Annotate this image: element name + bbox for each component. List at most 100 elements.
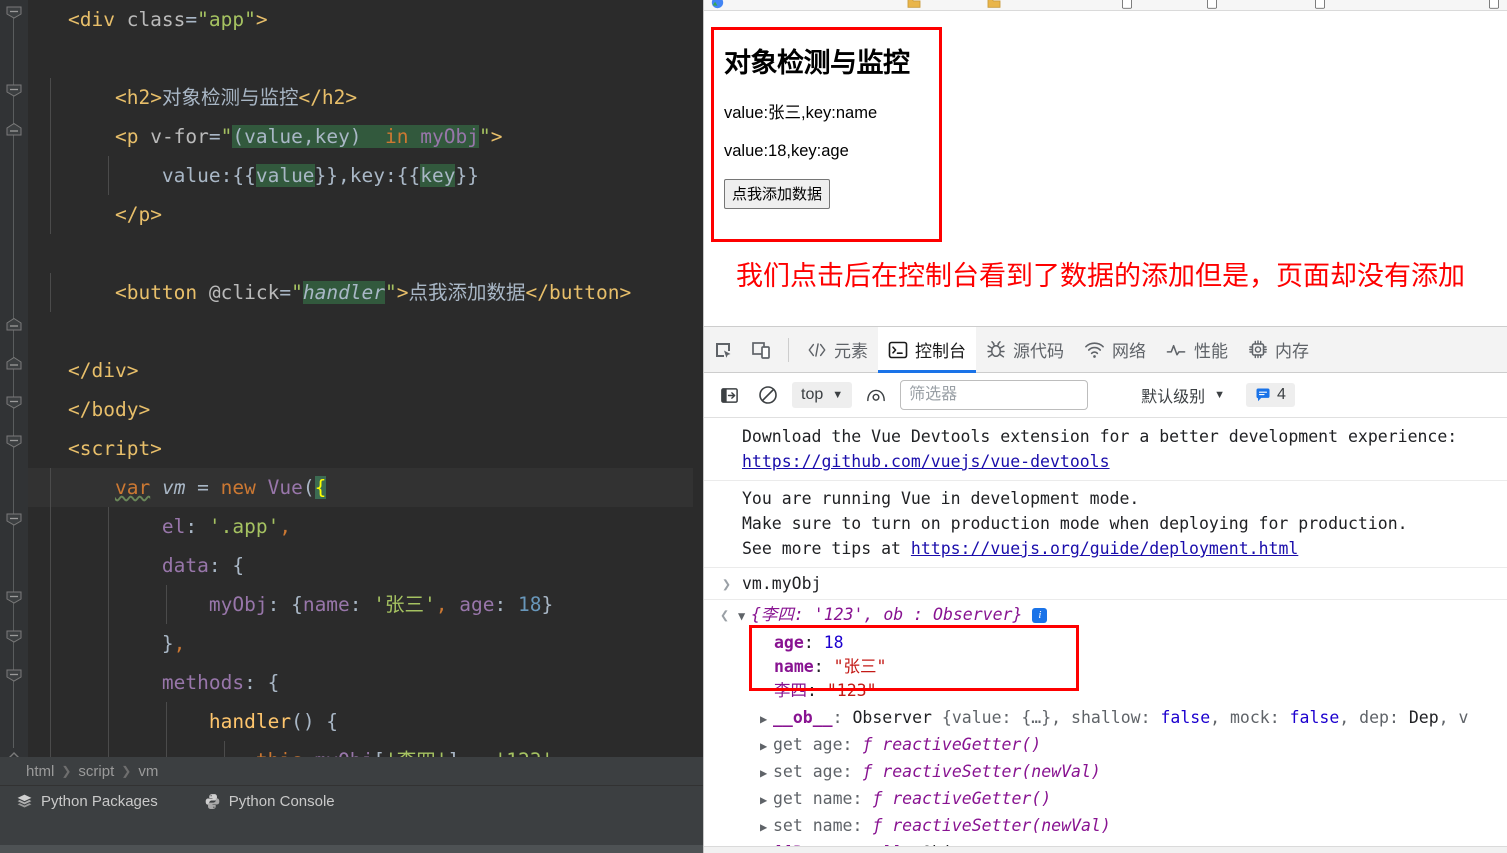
expand-triangle-icon[interactable]: ▶ (760, 734, 773, 759)
object-extra-row[interactable]: ▶ set name: ƒ reactiveSetter(newVal) (760, 813, 1507, 840)
deployment-guide-link[interactable]: https://vuejs.org/guide/deployment.html (911, 539, 1298, 558)
bookmark-folder-icon[interactable] (987, 0, 1001, 8)
execution-context-value: top (801, 386, 824, 403)
property-value: "张三" (833, 657, 887, 676)
fold-marker-icon[interactable] (6, 591, 22, 604)
console-result-row[interactable]: ❮ ▼ {李四: '123', ob : Observer} i age: 18 n… (704, 600, 1507, 853)
code-line[interactable]: </div> (28, 351, 693, 390)
code-line[interactable]: var vm = new Vue({ (28, 468, 693, 507)
code-line[interactable]: </body> (28, 390, 693, 429)
function-symbol-icon: ƒ (862, 762, 883, 781)
vue-devtools-link[interactable]: https://github.com/vuejs/vue-devtools (742, 452, 1110, 471)
expand-triangle-icon[interactable]: ▼ (738, 603, 751, 629)
expand-triangle-icon[interactable]: ▶ (760, 761, 773, 786)
object-extra-row[interactable]: ▶ get name: ƒ reactiveGetter() (760, 786, 1507, 813)
code-text[interactable]: <div class="app"> <h2>对象检测与监控</h2> <p v-… (28, 0, 693, 819)
show-console-sidebar-button[interactable] (714, 380, 744, 410)
code-token: new (220, 476, 256, 499)
tab-performance[interactable]: 性能 (1156, 327, 1238, 373)
bookmark-page-icon[interactable] (1314, 0, 1328, 9)
object-extra-row[interactable]: ▶ set age: ƒ reactiveSetter(newVal) (760, 759, 1507, 786)
code-editor[interactable]: <div class="app"> <h2>对象检测与监控</h2> <p v-… (0, 0, 703, 819)
tab-network[interactable]: 网络 (1074, 327, 1156, 373)
breadcrumb-item-2[interactable]: vm (138, 763, 158, 780)
code-line[interactable]: data: { (28, 546, 693, 585)
info-icon[interactable]: i (1032, 608, 1048, 623)
bookmarks-bar[interactable] (704, 0, 1507, 11)
execution-context-select[interactable]: top ▼ (792, 382, 853, 408)
expand-triangle-icon[interactable]: ▶ (760, 815, 773, 840)
object-extra-row[interactable]: ▶ __ob__: Observer {value: {…}, shallow: … (760, 705, 1507, 732)
code-line[interactable]: el: '.app', (28, 507, 693, 546)
fold-marker-icon[interactable] (6, 84, 22, 97)
code-line[interactable]: <button @click="handler">点我添加数据</button> (28, 273, 693, 312)
tab-sources[interactable]: 源代码 (976, 327, 1074, 373)
code-line[interactable]: handler() { (28, 702, 693, 741)
breadcrumb-item-1[interactable]: script (78, 763, 114, 780)
object-property-row: name: "张三" (774, 655, 1507, 679)
editor-gutter[interactable] (0, 0, 28, 761)
python-console-button[interactable]: Python Console (204, 793, 335, 810)
fold-marker-icon[interactable] (6, 357, 22, 370)
result-object-preview: {李四: '123', ob : Observer} (751, 605, 1023, 624)
chevron-down-icon: ▼ (832, 389, 844, 401)
clear-console-button[interactable] (753, 380, 783, 410)
console-log-area[interactable]: Download the Vue Devtools extension for … (704, 419, 1507, 853)
code-line[interactable]: }, (28, 624, 693, 663)
bug-icon (987, 341, 1005, 358)
property-separator: : (852, 816, 873, 835)
fold-marker-icon[interactable] (6, 669, 22, 682)
message-count-badge[interactable]: 4 (1246, 383, 1295, 407)
breadcrumb-item-0[interactable]: html (26, 763, 54, 780)
devtools-tab-bar: 元素 控制台 源代码 网络 性能 内存 (704, 326, 1507, 373)
function-signature: reactiveGetter() (882, 735, 1042, 754)
tab-memory[interactable]: 内存 (1238, 327, 1319, 373)
tab-memory-label: 内存 (1275, 342, 1309, 361)
inspect-element-button[interactable] (704, 327, 742, 373)
code-line[interactable]: <div class="app"> (28, 0, 693, 39)
bookmark-page-icon[interactable] (1121, 0, 1135, 9)
code-line[interactable]: <h2>对象检测与监控</h2> (28, 78, 693, 117)
expand-triangle-icon[interactable]: ▶ (760, 788, 773, 813)
object-extra-row[interactable]: ▶ get age: ƒ reactiveGetter() (760, 732, 1507, 759)
breadcrumb[interactable]: html ❯ script ❯ vm (0, 757, 703, 785)
add-data-button[interactable]: 点我添加数据 (724, 179, 831, 209)
code-token: v-for (150, 125, 209, 148)
fold-marker-icon[interactable] (6, 513, 22, 526)
bookmark-page-icon[interactable] (1206, 0, 1220, 9)
code-line[interactable]: value:{{value}},key:{{key}} (28, 156, 693, 195)
device-toolbar-button[interactable] (742, 327, 780, 373)
bookmark-favicon[interactable] (711, 0, 725, 9)
code-line[interactable] (28, 234, 693, 273)
code-line[interactable]: <p v-for="(value,key) in myObj"> (28, 117, 693, 156)
tab-elements[interactable]: 元素 (797, 327, 878, 373)
code-line[interactable]: </p> (28, 195, 693, 234)
code-line[interactable]: methods: { (28, 663, 693, 702)
python-packages-button[interactable]: Python Packages (16, 793, 158, 810)
fold-marker-icon[interactable] (6, 123, 22, 136)
fold-marker-icon[interactable] (6, 630, 22, 643)
log-level-select[interactable]: 默认级别 ▼ (1141, 383, 1225, 407)
code-token: </p> (114, 203, 162, 226)
code-line[interactable] (28, 39, 693, 78)
console-filter-bar: top ▼ 默认级别 ▼ (704, 373, 1507, 418)
code-line[interactable]: <script> (28, 429, 693, 468)
expand-triangle-icon[interactable]: ▶ (760, 707, 773, 732)
show-console-sidebar-icon (720, 387, 738, 403)
rendered-page: 对象检测与监控 value:张三,key:name value:18,key:a… (704, 12, 1507, 332)
fold-marker-icon[interactable] (6, 318, 22, 331)
console-filter-input[interactable] (900, 380, 1089, 410)
code-token: 18 (517, 593, 542, 616)
code-line[interactable] (28, 312, 693, 351)
bookmark-folder-icon[interactable] (907, 0, 921, 8)
code-line[interactable]: myObj: {name: '张三', age: 18} (28, 585, 693, 624)
tab-console[interactable]: 控制台 (878, 326, 976, 373)
code-token: methods (161, 671, 245, 694)
fold-marker-icon[interactable] (6, 435, 22, 448)
fold-marker-icon[interactable] (6, 396, 22, 409)
bookmark-page-icon[interactable] (1488, 0, 1502, 9)
console-command-row[interactable]: ❯ vm.myObj (704, 568, 1507, 600)
fold-marker-icon[interactable] (6, 6, 22, 19)
live-expression-button[interactable] (861, 380, 891, 410)
